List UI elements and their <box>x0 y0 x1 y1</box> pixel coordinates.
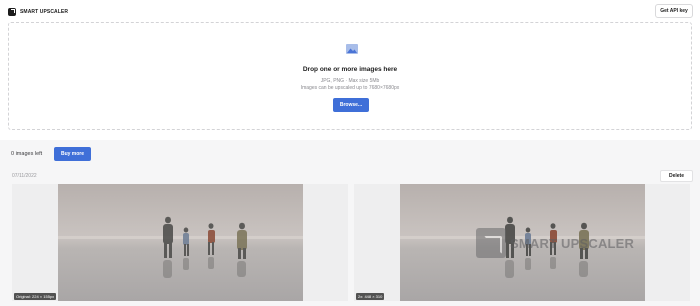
original-photo <box>58 184 303 301</box>
dropzone-title: Drop one or more images here <box>302 66 398 73</box>
top-section: SMART UPSCALER Get API key Drop one or m… <box>0 0 700 140</box>
buy-more-button[interactable]: Buy more <box>54 147 91 161</box>
original-image-panel: Original: 224 × 155px <box>12 184 348 301</box>
watermark-logo-icon <box>476 228 506 258</box>
upscaled-size-tag: 2x: 448 × 310 <box>356 293 385 300</box>
watermark-text: SMART UPSCALER <box>510 235 635 251</box>
brand-name: SMART UPSCALER <box>20 8 69 15</box>
image-dropzone[interactable]: Drop one or more images here JPG, PNG · … <box>8 22 692 130</box>
upscaled-image-panel: SMART UPSCALER 2x: 448 × 310 <box>354 184 690 301</box>
images-left: 0 images left <box>11 147 42 161</box>
images-left-text: 0 images left <box>11 151 43 157</box>
watermark: SMART UPSCALER <box>476 228 634 258</box>
logo-icon <box>8 7 16 16</box>
brand[interactable]: SMART UPSCALER <box>8 6 68 17</box>
get-api-key-button[interactable]: Get API key <box>655 4 693 18</box>
image-icon <box>346 44 358 54</box>
browse-button[interactable]: Browse... <box>333 98 369 112</box>
original-size-tag: Original: 224 × 155px <box>14 293 57 300</box>
dropzone-formats: JPG, PNG · Max size 5Mb <box>320 78 380 84</box>
beach-photo-original <box>58 184 303 301</box>
dropzone-limit: Images can be upscaled up to 7680×7680px <box>300 85 400 91</box>
result-date: 07/11/2022 <box>12 173 37 179</box>
upscaled-photo: SMART UPSCALER <box>400 184 645 301</box>
delete-button[interactable]: Delete <box>660 170 693 182</box>
